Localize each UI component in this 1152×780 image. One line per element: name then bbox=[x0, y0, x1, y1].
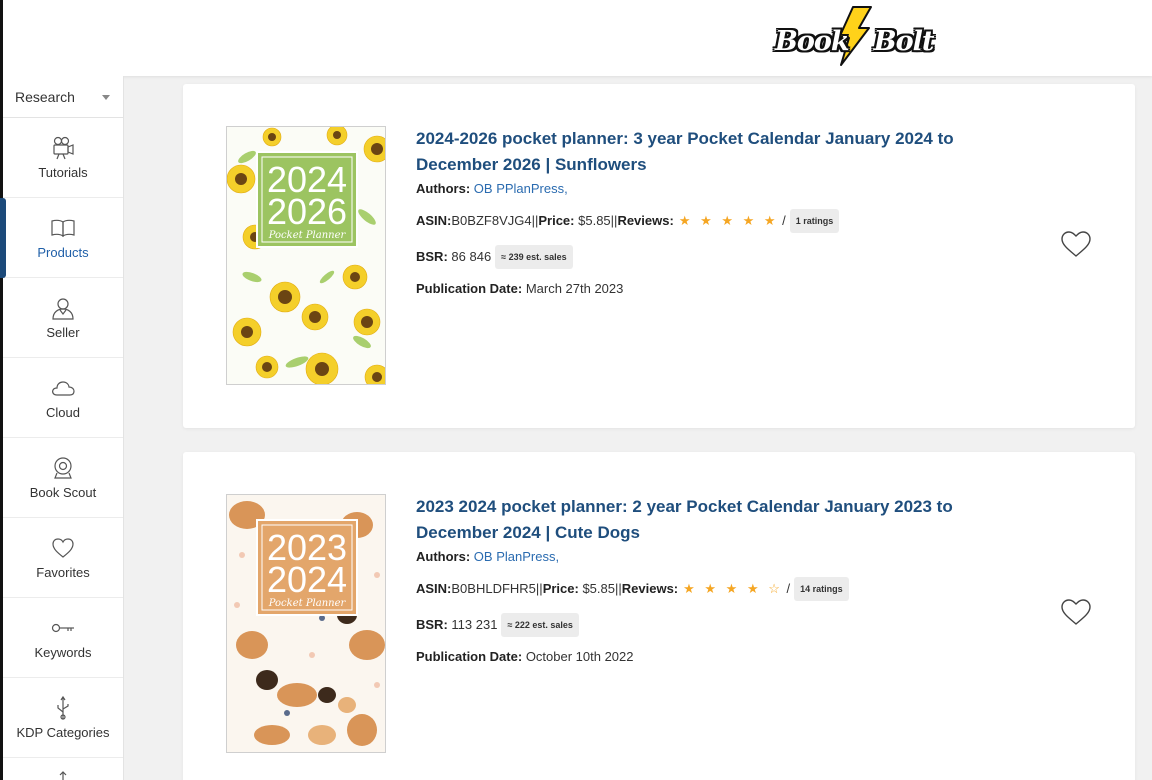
sidebar-item-label: Products bbox=[37, 245, 89, 260]
author-link[interactable]: OB PlanPress, bbox=[474, 549, 559, 565]
bsr-row: BSR: 86 846 ≈ 239 est. sales bbox=[416, 245, 976, 269]
sidebar-item-label: Favorites bbox=[36, 565, 90, 580]
sidebar: Research Tutorials Products Seller Cloud… bbox=[0, 76, 124, 780]
sidebar-item-favorites[interactable]: Favorites bbox=[3, 518, 123, 598]
price-label: Price: bbox=[542, 581, 579, 596]
sidebar-item-tutorials[interactable]: Tutorials bbox=[3, 118, 123, 198]
author-link[interactable]: OB PPlanPress, bbox=[474, 181, 568, 197]
logo-text: Book Bolt bbox=[775, 26, 934, 57]
est-sales-badge: ≈ 239 est. sales bbox=[495, 245, 573, 269]
sidebar-item-label: Tutorials bbox=[38, 165, 88, 180]
star-rating: ★ ★ ★ ★ ★ bbox=[678, 213, 779, 228]
sidebar-item-book-scout[interactable]: Book Scout bbox=[3, 438, 123, 518]
book-cover-image[interactable]: 2023 2024 Pocket Planner bbox=[226, 494, 386, 753]
heart-icon bbox=[50, 535, 76, 561]
authors-row: Authors: OB PlanPress, bbox=[416, 549, 976, 565]
publication-date-row: Publication Date: March 27th 2023 bbox=[416, 281, 976, 297]
user-icon bbox=[50, 295, 76, 321]
cover-subtitle: Pocket Planner bbox=[268, 230, 347, 241]
product-card: 2023 2024 Pocket Planner 2023 2024 pocke… bbox=[183, 452, 1135, 780]
top-header: Book Bolt bbox=[0, 0, 1152, 76]
asin-price-reviews-row: ASIN: B0BZF8VJG4 || Price: $5.85 || Revie… bbox=[416, 209, 976, 233]
product-title[interactable]: 2023 2024 pocket planner: 2 year Pocket … bbox=[416, 494, 976, 546]
star-rating: ★ ★ ★ ★ ☆ bbox=[683, 581, 783, 596]
favorite-heart-icon[interactable] bbox=[1059, 597, 1093, 627]
asin-value: B0BHLDFHR5 bbox=[451, 581, 536, 596]
product-info: 2024-2026 pocket planner: 3 year Pocket … bbox=[416, 126, 976, 297]
product-title[interactable]: 2024-2026 pocket planner: 3 year Pocket … bbox=[416, 126, 976, 178]
reviews-label: Reviews: bbox=[617, 213, 674, 228]
cover-subtitle: Pocket Planner bbox=[268, 598, 347, 609]
bsr-label: BSR: bbox=[416, 249, 448, 264]
publication-date-label: Publication Date: bbox=[416, 649, 523, 664]
publication-date-value: October 10th 2022 bbox=[525, 649, 634, 664]
authors-row: Authors: OB PPlanPress, bbox=[416, 181, 976, 197]
camera-icon bbox=[50, 135, 76, 161]
est-sales-badge: ≈ 222 est. sales bbox=[501, 613, 579, 637]
authors-label: Authors: bbox=[416, 181, 471, 196]
sidebar-item-label: Cloud bbox=[46, 405, 80, 420]
product-info: 2023 2024 pocket planner: 2 year Pocket … bbox=[416, 494, 976, 665]
asin-label: ASIN: bbox=[416, 581, 452, 596]
price-label: Price: bbox=[538, 213, 575, 228]
sidebar-item-cloud[interactable]: Cloud bbox=[3, 358, 123, 438]
sidebar-item-label: Keywords bbox=[34, 645, 92, 660]
sidebar-item-label: Seller bbox=[46, 325, 80, 340]
webcam-icon bbox=[50, 455, 76, 481]
more-icon bbox=[59, 771, 67, 780]
bsr-value: 113 231 bbox=[451, 617, 498, 632]
asin-label: ASIN: bbox=[416, 213, 452, 228]
sidebar-item-keywords[interactable]: Keywords bbox=[3, 598, 123, 678]
sidebar-item-partial[interactable] bbox=[3, 758, 123, 780]
publication-date-row: Publication Date: October 10th 2022 bbox=[416, 649, 976, 665]
sidebar-item-label: KDP Categories bbox=[16, 725, 110, 740]
ratings-badge: 1 ratings bbox=[789, 209, 840, 233]
product-card: 2024 2026 Pocket Planner 2024-2026 pocke… bbox=[183, 84, 1135, 428]
book-icon bbox=[50, 215, 76, 241]
price-value: $5.85 bbox=[578, 213, 611, 228]
usb-icon bbox=[50, 695, 76, 721]
bsr-value: 86 846 bbox=[451, 249, 492, 264]
ratings-badge: 14 ratings bbox=[794, 577, 849, 601]
bsr-label: BSR: bbox=[416, 617, 448, 632]
asin-value: B0BZF8VJG4 bbox=[451, 213, 532, 228]
book-cover-image[interactable]: 2024 2026 Pocket Planner bbox=[226, 126, 386, 385]
asin-price-reviews-row: ASIN: B0BHLDFHR5 || Price: $5.85 || Revie… bbox=[416, 577, 976, 601]
cloud-icon bbox=[50, 375, 76, 401]
publication-date-value: March 27th 2023 bbox=[525, 281, 624, 296]
key-icon bbox=[50, 615, 76, 641]
price-value: $5.85 bbox=[582, 581, 615, 596]
chevron-down-icon bbox=[102, 95, 110, 100]
sidebar-item-kdp-categories[interactable]: KDP Categories bbox=[3, 678, 123, 758]
favorite-heart-icon[interactable] bbox=[1059, 229, 1093, 259]
sidebar-item-products[interactable]: Products bbox=[0, 198, 123, 278]
reviews-label: Reviews: bbox=[621, 581, 679, 596]
cover-year-2: 2024 bbox=[267, 559, 347, 600]
sidebar-item-seller[interactable]: Seller bbox=[3, 278, 123, 358]
section-select-value: Research bbox=[15, 88, 75, 105]
cover-year-2: 2026 bbox=[267, 191, 347, 232]
publication-date-label: Publication Date: bbox=[416, 281, 523, 296]
bsr-row: BSR: 113 231 ≈ 222 est. sales bbox=[416, 613, 976, 637]
section-select[interactable]: Research bbox=[3, 76, 123, 118]
sidebar-item-label: Book Scout bbox=[29, 485, 97, 500]
book-bolt-logo[interactable]: Book Bolt bbox=[773, 6, 934, 66]
authors-label: Authors: bbox=[416, 549, 471, 564]
